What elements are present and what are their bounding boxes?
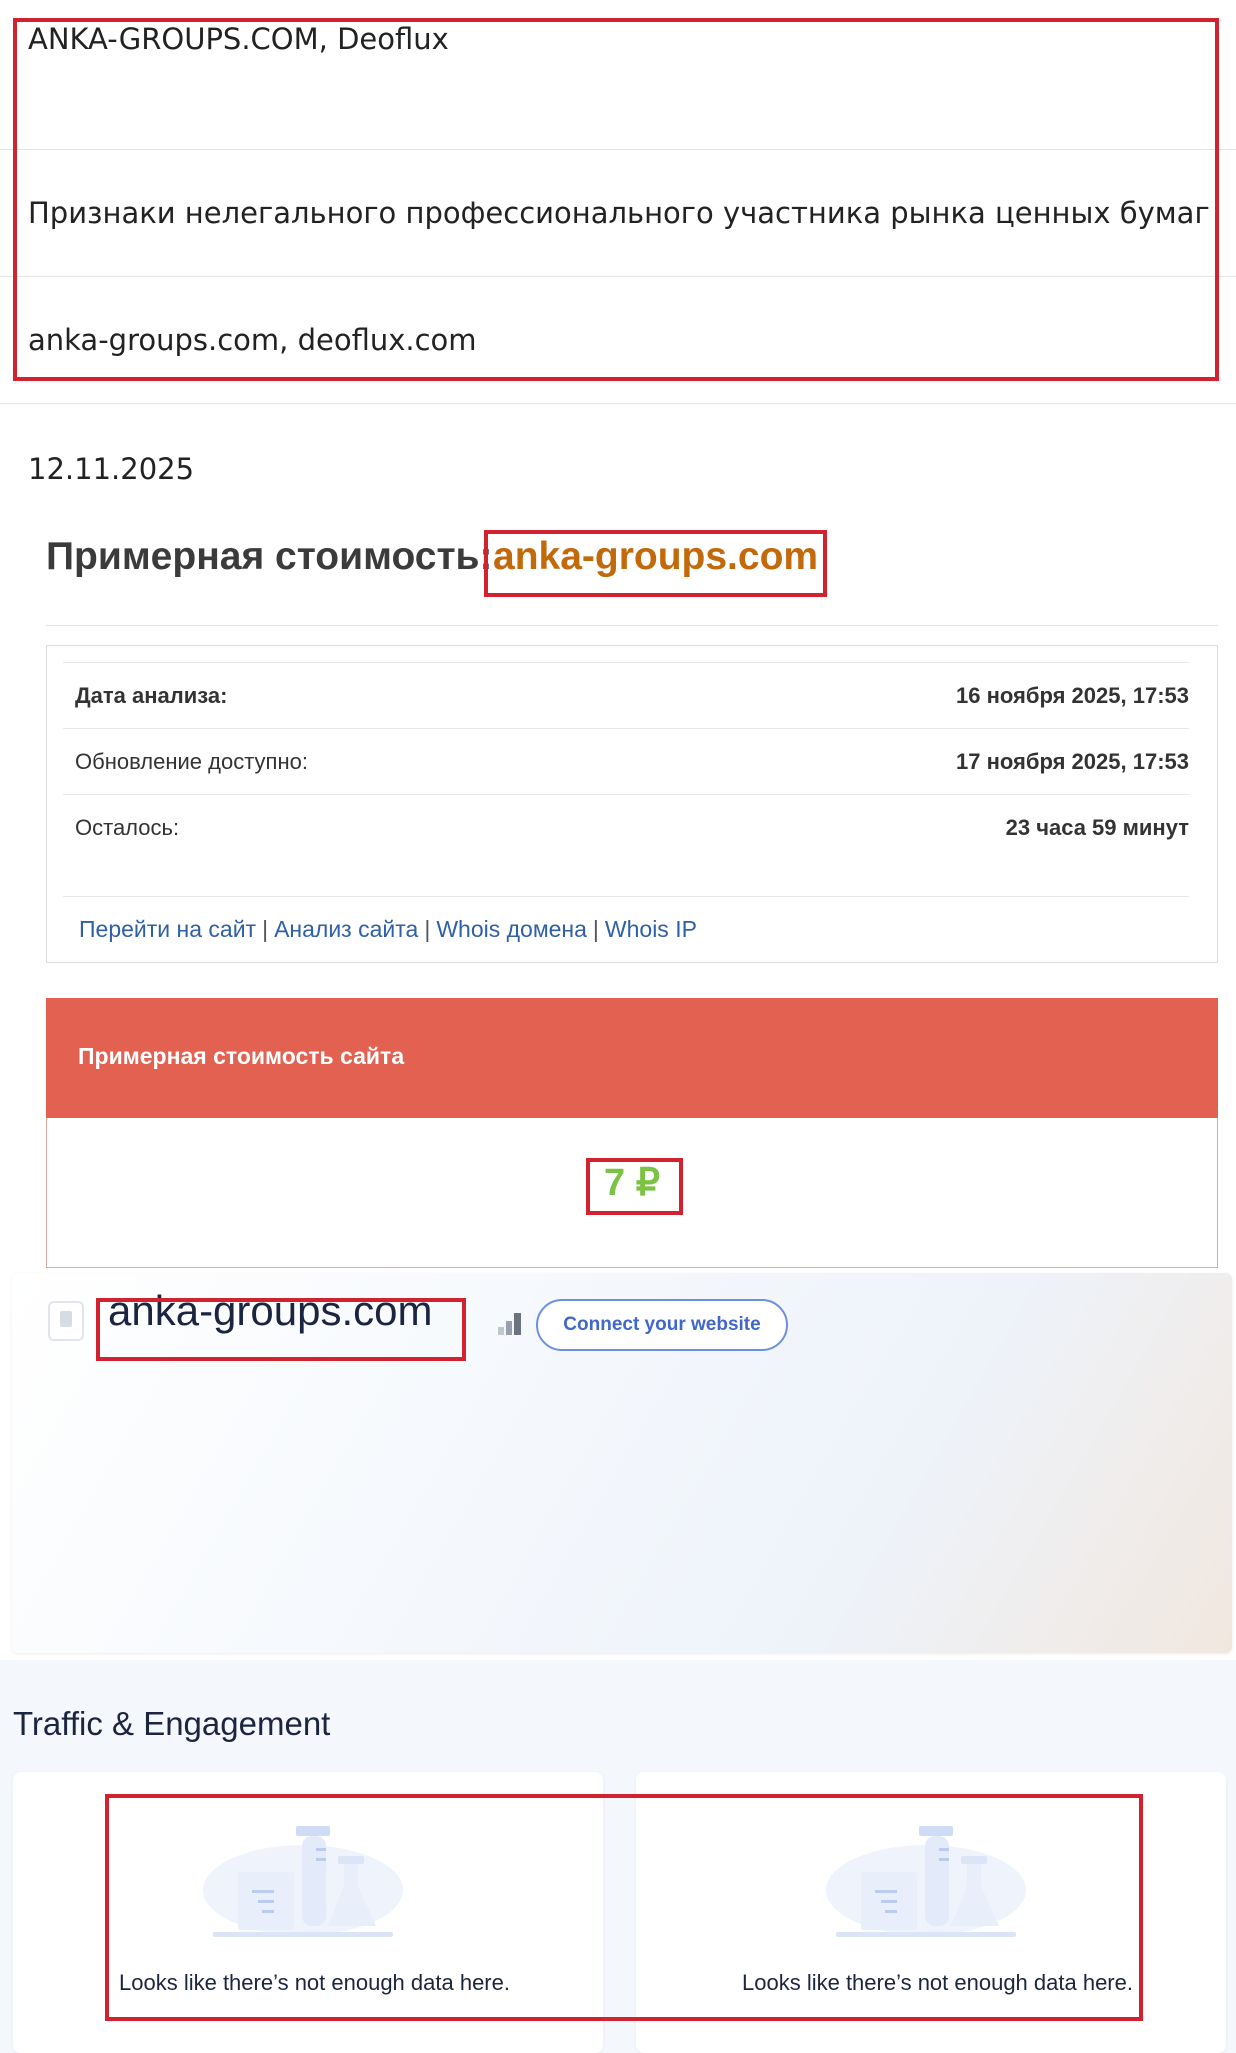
info-value: 23 часа 59 минут [1005, 815, 1189, 840]
cost-header: Примерная стоимость сайта [46, 998, 1218, 1118]
site-links: Перейти на сайт | Анализ сайта | Whois домен… [79, 916, 697, 943]
info-label: Обновление доступно: [75, 749, 308, 774]
highlight-box-registry [13, 18, 1219, 381]
registry-date: 12.11.2025 [28, 452, 195, 486]
info-label: Осталось: [75, 815, 180, 840]
link-separator: | [262, 916, 269, 942]
link-whois-domain[interactable]: Whois домена [436, 916, 587, 942]
info-row-analysis-date: Дата анализа: 16 ноября 2025, 17:53 [63, 662, 1189, 729]
info-label: Дата анализа: [75, 683, 228, 708]
traffic-section-title: Traffic & Engagement [13, 1705, 331, 1742]
link-separator: | [592, 916, 599, 942]
divider [46, 625, 1218, 626]
cost-header-label: Примерная стоимость сайта [78, 1043, 405, 1069]
info-row-time-left: Осталось: 23 часа 59 минут [63, 794, 1189, 861]
connect-website-button[interactable]: Connect your website [536, 1299, 788, 1351]
info-value: 17 ноября 2025, 17:53 [956, 749, 1189, 774]
info-row-separator [63, 896, 1189, 898]
link-whois-ip[interactable]: Whois IP [605, 916, 697, 942]
document-icon [48, 1301, 84, 1341]
info-value: 16 ноября 2025, 17:53 [956, 683, 1189, 708]
divider [0, 403, 1236, 404]
highlight-box-estimate-domain [484, 530, 827, 597]
info-row-update-available: Обновление доступно: 17 ноября 2025, 17:… [63, 728, 1189, 795]
link-go-to-site[interactable]: Перейти на сайт [79, 916, 256, 942]
highlight-box-empty-data [105, 1794, 1143, 2021]
estimate-title: Примерная стоимость: [46, 535, 493, 578]
highlight-box-site-domain [96, 1298, 466, 1361]
signal-bars-icon [498, 1313, 521, 1335]
link-separator: | [424, 916, 431, 942]
analysis-info-panel: Дата анализа: 16 ноября 2025, 17:53 Обно… [46, 645, 1218, 963]
highlight-box-price [586, 1158, 683, 1215]
link-site-analysis[interactable]: Анализ сайта [274, 916, 418, 942]
